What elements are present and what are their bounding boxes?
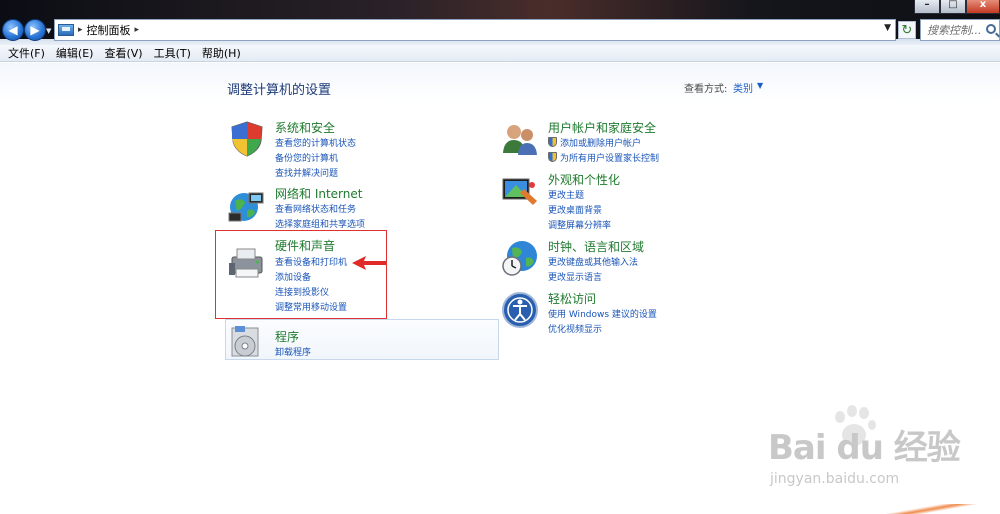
link-change-theme[interactable]: 更改主题: [548, 188, 584, 201]
category-network-internet: 网络和 Internet 查看网络状态和任务 选择家庭组和共享选项: [227, 185, 487, 231]
annotation-highlight-box: [215, 230, 387, 319]
category-title-network[interactable]: 网络和 Internet: [275, 185, 362, 202]
breadcrumb-control-panel[interactable]: 控制面板: [87, 22, 131, 38]
forward-arrow-icon: ▶: [30, 23, 40, 37]
link-add-remove-accounts-label: 添加或删除用户帐户: [560, 139, 642, 149]
minimize-icon: –: [924, 0, 930, 10]
close-icon: x: [979, 0, 987, 10]
category-user-accounts: 用户帐户和家庭安全 添加或删除用户帐户 为所有用户设置家长控制: [500, 119, 770, 165]
link-backup-computer[interactable]: 备份您的计算机: [275, 151, 338, 164]
programs-disc-icon[interactable]: [227, 322, 267, 362]
link-desktop-background[interactable]: 更改桌面背景: [548, 203, 602, 216]
category-title-ease[interactable]: 轻松访问: [548, 290, 596, 307]
link-find-fix-problems[interactable]: 查找并解决问题: [275, 166, 338, 179]
red-arrow-icon: [352, 256, 386, 270]
category-programs: 程序 卸载程序: [227, 322, 499, 360]
address-bar[interactable]: ▸ 控制面板 ▸ ▼: [54, 19, 896, 41]
link-parental-controls[interactable]: 为所有用户设置家长控制: [548, 151, 659, 164]
back-arrow-icon: ◀: [8, 23, 18, 37]
view-by-label: 查看方式:: [684, 84, 728, 95]
breadcrumb-separator[interactable]: ▸: [135, 25, 140, 35]
maximize-button[interactable]: □: [940, 0, 966, 14]
search-icon[interactable]: [986, 24, 996, 34]
refresh-button[interactable]: ↻: [898, 21, 916, 39]
refresh-icon: ↻: [901, 23, 913, 38]
link-uninstall-program[interactable]: 卸载程序: [275, 345, 311, 358]
control-panel-icon: [58, 24, 74, 36]
link-change-display-language[interactable]: 更改显示语言: [548, 270, 602, 283]
link-view-network-status[interactable]: 查看网络状态和任务: [275, 202, 356, 215]
category-clock-language-region: 时钟、语言和区域 更改键盘或其他输入法 更改显示语言: [500, 238, 770, 284]
view-by-dropdown[interactable]: 类别: [733, 80, 753, 95]
menu-view[interactable]: 查看(V): [100, 45, 146, 61]
content-header-background: [0, 63, 1000, 103]
network-globe-icon[interactable]: [227, 185, 267, 225]
category-title-programs[interactable]: 程序: [275, 328, 299, 345]
category-system-security: 系统和安全 查看您的计算机状态 备份您的计算机 查找并解决问题: [227, 119, 487, 179]
maximize-icon: □: [948, 0, 958, 10]
breadcrumb-separator[interactable]: ▸: [78, 25, 83, 35]
link-windows-recommended[interactable]: 使用 Windows 建议的设置: [548, 307, 657, 320]
category-title-appearance[interactable]: 外观和个性化: [548, 171, 620, 188]
uac-shield-icon: [548, 137, 557, 147]
search-input[interactable]: 搜索控制...: [920, 19, 1000, 41]
category-title-clock[interactable]: 时钟、语言和区域: [548, 238, 644, 255]
link-screen-resolution[interactable]: 调整屏幕分辨率: [548, 218, 611, 231]
menu-help[interactable]: 帮助(H): [198, 45, 245, 61]
category-ease-of-access: 轻松访问 使用 Windows 建议的设置 优化视频显示: [500, 290, 770, 336]
link-add-remove-accounts[interactable]: 添加或删除用户帐户: [548, 136, 641, 149]
category-title-user-accounts[interactable]: 用户帐户和家庭安全: [548, 119, 656, 136]
uac-shield-icon: [548, 152, 557, 162]
menu-file[interactable]: 文件(F): [4, 45, 49, 61]
decorative-stroke: [862, 504, 1000, 514]
address-dropdown-icon[interactable]: ▼: [884, 23, 891, 33]
link-parental-controls-label: 为所有用户设置家长控制: [560, 154, 660, 164]
menu-edit[interactable]: 编辑(E): [52, 45, 98, 61]
category-title-system-security[interactable]: 系统和安全: [275, 119, 335, 136]
forward-button[interactable]: ▶: [24, 19, 46, 41]
category-appearance: 外观和个性化 更改主题 更改桌面背景 调整屏幕分辨率: [500, 171, 770, 231]
minimize-button[interactable]: –: [914, 0, 940, 14]
link-change-keyboard[interactable]: 更改键盘或其他输入法: [548, 255, 638, 268]
close-button[interactable]: x: [966, 0, 1000, 14]
watermark-url: jingyan.baidu.com: [770, 471, 900, 487]
shield-icon[interactable]: [227, 119, 267, 159]
recent-pages-dropdown[interactable]: ▼: [46, 27, 51, 35]
link-homegroup-sharing[interactable]: 选择家庭组和共享选项: [275, 217, 365, 230]
link-optimize-display[interactable]: 优化视频显示: [548, 322, 602, 335]
menu-bar: 文件(F) 编辑(E) 查看(V) 工具(T) 帮助(H): [0, 45, 1000, 62]
ease-of-access-icon[interactable]: [500, 290, 540, 330]
globe-clock-icon[interactable]: [500, 238, 540, 278]
display-palette-icon[interactable]: [500, 171, 540, 211]
users-icon[interactable]: [500, 119, 540, 159]
link-view-computer-status[interactable]: 查看您的计算机状态: [275, 136, 356, 149]
menu-tools[interactable]: 工具(T): [150, 45, 195, 61]
chevron-down-icon[interactable]: ▼: [757, 81, 763, 90]
watermark-brand: Bai du 经验: [768, 428, 961, 468]
page-title: 调整计算机的设置: [227, 83, 332, 98]
search-placeholder: 搜索控制...: [927, 24, 982, 37]
control-panel-content: 调整计算机的设置 查看方式: 类别 ▼ 系统和安全 查看您的计算机状态 备份您的…: [0, 63, 1000, 514]
back-button[interactable]: ◀: [2, 19, 24, 41]
